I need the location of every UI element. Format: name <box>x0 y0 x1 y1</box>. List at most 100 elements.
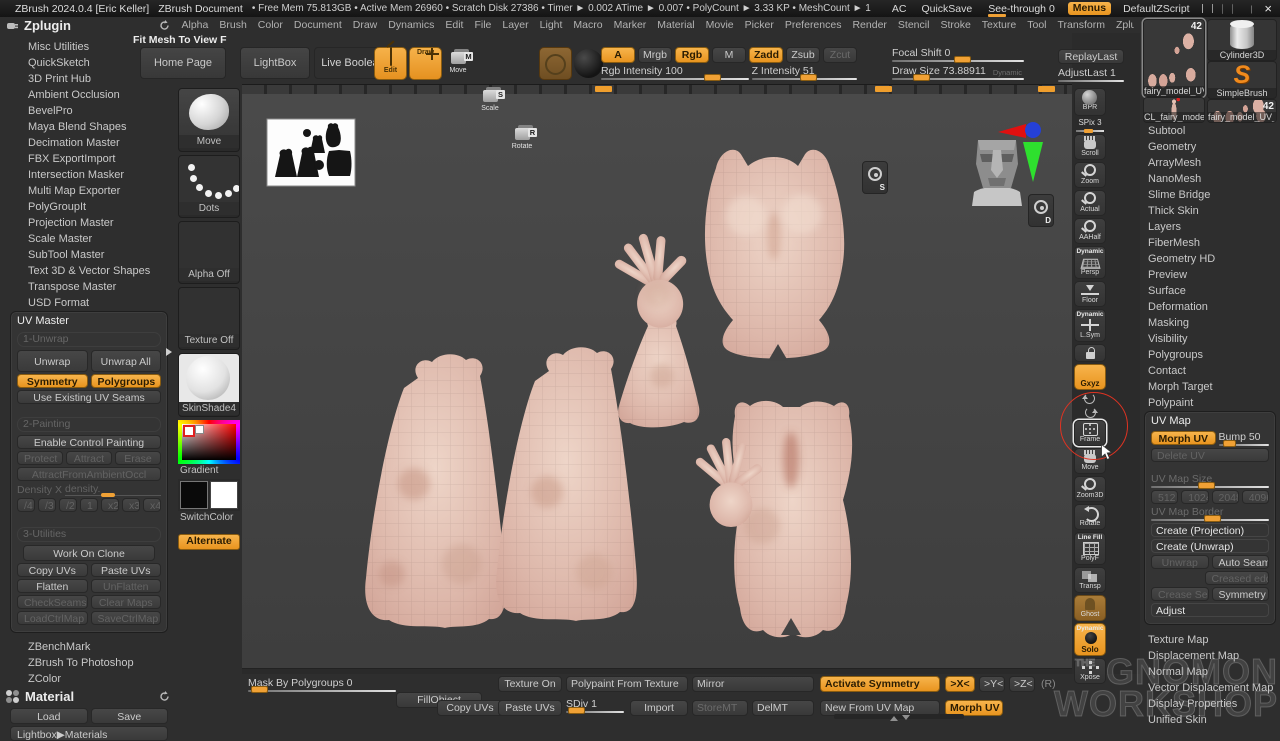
menu-item[interactable]: Light <box>534 19 568 31</box>
color-picker[interactable]: Gradient <box>178 420 240 477</box>
menu-item[interactable]: Layer <box>497 19 534 31</box>
draw-mode-button[interactable]: Draw <box>409 47 442 80</box>
tool-section-item[interactable]: Morph Target <box>1140 379 1280 395</box>
current-brush-button[interactable]: Move <box>178 88 240 152</box>
shelf-button[interactable]: Zoom3D <box>1074 476 1106 502</box>
palette-item[interactable]: PolyGroupIt <box>0 199 176 215</box>
shelf-button[interactable] <box>1074 344 1106 362</box>
sdiv-slider[interactable]: SDiv 1 <box>566 698 624 713</box>
tool-thumbnail-simplebrush[interactable]: S SimpleBrush <box>1207 61 1277 99</box>
blend-mode-button[interactable]: Zadd <box>749 47 783 63</box>
tool-section-item[interactable]: Surface <box>1140 283 1280 299</box>
ac-button[interactable]: AC <box>889 3 910 15</box>
tool-section-item[interactable]: Displacement Map <box>1140 648 1280 664</box>
tool-section-item[interactable]: Display Properties <box>1140 696 1280 712</box>
alt-color-swatch[interactable] <box>210 481 238 509</box>
shelf-button[interactable]: Floor <box>1074 281 1106 307</box>
edit-mode-button[interactable]: Edit <box>374 47 407 80</box>
menu-item[interactable]: Macro <box>568 19 608 31</box>
palette-item[interactable]: Text 3D & Vector Shapes <box>0 263 176 279</box>
menu-item[interactable]: Edit <box>440 19 469 31</box>
symmetry-button[interactable]: Symmetry <box>17 374 88 388</box>
rgb-intensity-slider[interactable]: Rgb Intensity 100 <box>601 65 749 80</box>
tool-section-item[interactable]: Polygroups <box>1140 347 1280 363</box>
menu-item[interactable]: Dynamics <box>383 19 440 31</box>
tool-thumbnail-current[interactable]: 42 fairy_model_UV_ <box>1143 19 1205 97</box>
menu-item[interactable]: Render <box>847 19 892 31</box>
shelf-button[interactable]: Xpose <box>1074 658 1106 684</box>
primary-swatch[interactable] <box>183 425 195 437</box>
auto-seams-button[interactable]: Auto Seams <box>1212 555 1270 569</box>
tool-section-item[interactable]: Preview <box>1140 267 1280 283</box>
menu-item[interactable]: Alpha <box>176 19 214 31</box>
radial-symmetry-label[interactable]: (R) <box>1041 678 1056 690</box>
palette-item[interactable]: Ambient Occlusion <box>0 87 176 103</box>
document-thumbnail[interactable] <box>267 119 355 186</box>
scale-mode-button[interactable]: S Scale <box>475 90 505 123</box>
uv-master-title[interactable]: UV Master <box>17 314 161 329</box>
menu-item[interactable]: Stencil <box>892 19 935 31</box>
density-step-button[interactable]: x3 <box>122 498 140 512</box>
minimize-icon[interactable] <box>1241 3 1242 14</box>
gradient-label[interactable]: Gradient <box>178 464 240 477</box>
tool-section-item[interactable]: Deformation <box>1140 299 1280 315</box>
unwrap-button[interactable]: Unwrap <box>1151 555 1209 569</box>
bump-slider[interactable]: Bump 50 <box>1219 431 1270 446</box>
material-sphere-icon[interactable] <box>574 49 603 78</box>
menu-item[interactable]: Tool <box>1022 19 1052 31</box>
palette-item[interactable]: USD Format <box>0 295 176 311</box>
morph-uv-button[interactable]: Morph UV <box>1151 431 1216 445</box>
tool-section-item[interactable]: Normal Map <box>1140 664 1280 680</box>
shelf-button[interactable]: Actual <box>1074 190 1106 216</box>
tool-section-item[interactable]: Geometry <box>1140 139 1280 155</box>
work-on-clone-button[interactable]: Work On Clone <box>23 545 155 561</box>
uv-piece-dress-left[interactable] <box>365 354 506 628</box>
palette-item[interactable]: Intersection Masker <box>0 167 176 183</box>
quicksave-button[interactable]: QuickSave <box>918 3 975 15</box>
use-existing-uv-seams-button[interactable]: Use Existing UV Seams <box>17 390 161 404</box>
lightbox-materials-button[interactable]: Lightbox▶Materials <box>10 726 168 741</box>
draw-size-slider[interactable]: Draw Size 73.88911Dynamic <box>892 65 1024 80</box>
z-intensity-slider[interactable]: Z Intensity 51 <box>752 65 857 80</box>
palette-item[interactable]: ZBenchMark <box>0 639 176 655</box>
palette-item[interactable]: Maya Blend Shapes <box>0 119 176 135</box>
shelf-button[interactable]: Line Fill PolyF <box>1074 532 1106 565</box>
stroke-d-icon[interactable]: D <box>1028 194 1054 227</box>
refresh-icon[interactable] <box>159 20 170 31</box>
menu-item[interactable]: Zplugin <box>1110 19 1134 31</box>
create-unwrap-header[interactable]: Create (Unwrap) <box>1151 539 1269 553</box>
menu-item[interactable]: Material <box>652 19 700 31</box>
uv-map-size-button[interactable]: 2048 <box>1212 490 1239 504</box>
shelf-button[interactable]: Ghost <box>1074 595 1106 621</box>
close-icon[interactable]: × <box>1261 1 1275 16</box>
import-button[interactable]: Import <box>630 700 688 716</box>
palette-item[interactable]: FBX ExportImport <box>0 151 176 167</box>
mask-by-polygroups-slider[interactable]: Mask By Polygroups 0 <box>248 677 396 692</box>
density-step-button[interactable]: x4 <box>143 498 161 512</box>
export-doc2-icon[interactable] <box>1232 3 1233 14</box>
stroke-preview-icon[interactable] <box>1202 3 1203 14</box>
menu-item[interactable]: Movie <box>700 19 739 31</box>
menu-item[interactable]: Brush <box>214 19 252 31</box>
polygroups-button[interactable]: Polygroups <box>91 374 162 388</box>
adjust-header[interactable]: Adjust <box>1151 603 1269 617</box>
activate-symmetry-button[interactable]: Activate Symmetry <box>820 676 940 692</box>
uv-map-size-button[interactable]: 512 <box>1151 490 1178 504</box>
restore-window-icon[interactable] <box>1251 3 1252 14</box>
blend-mode-button[interactable]: M <box>712 47 746 63</box>
secondary-swatch[interactable] <box>195 425 204 434</box>
palette-item[interactable]: BevelPro <box>0 103 176 119</box>
uv-map-size-button[interactable]: 1024 <box>1181 490 1208 504</box>
flatten-button[interactable]: Flatten <box>17 579 88 593</box>
rotate-mode-button[interactable]: R Rotate <box>507 128 537 161</box>
uv-map-border-slider[interactable]: UV Map Border <box>1151 506 1269 521</box>
protect-button[interactable]: Protect <box>17 451 63 465</box>
default-zscript-button[interactable]: DefaultZScript <box>1120 3 1193 15</box>
symmetry-x-button[interactable]: >X< <box>945 676 975 692</box>
attract-from-ambient-occl-button[interactable]: AttractFromAmbientOccl <box>17 467 161 481</box>
tool-section-item[interactable]: Slime Bridge <box>1140 187 1280 203</box>
blend-mode-button[interactable]: Zsub <box>786 47 820 63</box>
blend-mode-button[interactable]: A <box>601 47 635 63</box>
palette-item[interactable]: Decimation Master <box>0 135 176 151</box>
shelf-button[interactable]: Gxyz <box>1074 364 1106 390</box>
